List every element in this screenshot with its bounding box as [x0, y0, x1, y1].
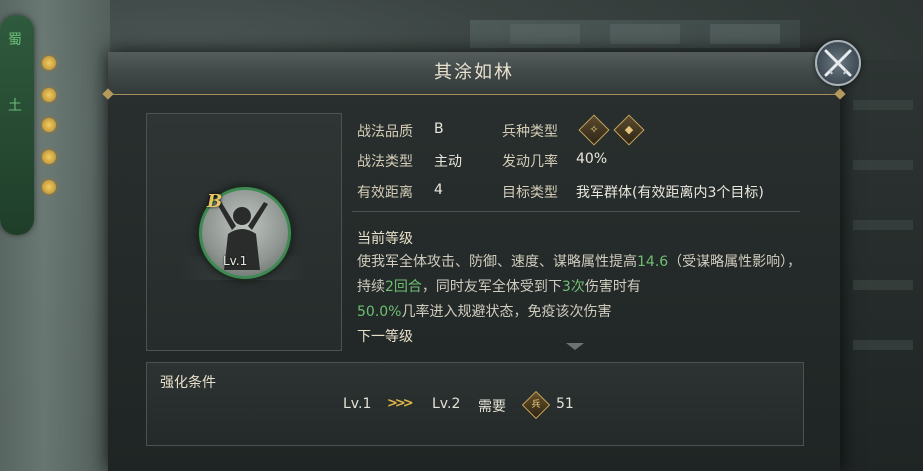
desc-highlight: 50.0% — [357, 304, 402, 320]
range-value: 4 — [434, 182, 443, 198]
info-divider — [352, 211, 800, 212]
background-tab — [710, 24, 780, 44]
desc-highlight: 14.6 — [637, 254, 669, 270]
quality-badge: B — [207, 191, 223, 212]
background-pillar-char: 蜀 — [8, 32, 22, 48]
background-row — [853, 100, 913, 110]
desc-highlight: 2回合 — [385, 279, 422, 295]
current-level-title: 当前等级 — [357, 231, 413, 247]
trigger-rate-label: 发动几率 — [502, 154, 558, 170]
background-row — [853, 220, 913, 230]
panel-title: 其涂如林 — [434, 62, 514, 83]
background-row — [853, 160, 913, 170]
enhance-to-level: Lv.2 — [432, 396, 461, 412]
trigger-rate-value: 40% — [576, 151, 608, 167]
desc-text: 几率进入规避状态，免疫该次伤害 — [401, 304, 612, 320]
quality-value: B — [434, 121, 444, 137]
desc-text: ，同时友军全体受到下 — [421, 279, 562, 295]
desc-text: 伤害时有 — [584, 279, 641, 295]
level-badge: Lv.1 — [223, 254, 248, 268]
current-level-description: 使我军全体攻击、防御、速度、谋略属性提高14.6（受谋略属性影响），持续2回合，… — [357, 250, 803, 325]
enhance-need-label: 需要 — [478, 399, 506, 415]
target-type-label: 目标类型 — [502, 185, 558, 201]
tactic-type-label: 战法类型 — [357, 154, 413, 170]
background-dot — [42, 56, 56, 70]
crossed-swords-icon — [824, 49, 852, 77]
token-glyph: 兵 — [531, 400, 541, 410]
triple-chevron-icon: >>> — [387, 396, 414, 411]
background-dot — [42, 180, 56, 194]
background-dot — [42, 88, 56, 102]
tactic-type-value: 主动 — [434, 154, 462, 170]
quality-label: 战法品质 — [357, 124, 413, 140]
background-dot — [42, 118, 56, 132]
enhance-cost: 51 — [556, 396, 574, 412]
enhance-from-level: Lv.1 — [343, 396, 372, 412]
next-level-title: 下一等级 — [357, 329, 413, 345]
background-pillar-char: 土 — [8, 98, 22, 114]
close-button[interactable] — [815, 40, 861, 86]
background-right-pane — [833, 60, 923, 471]
background-row — [853, 340, 913, 350]
background-top-tabs — [470, 20, 800, 48]
background-faction-pillar: 蜀 土 — [0, 15, 34, 235]
enhance-title: 强化条件 — [160, 375, 216, 391]
panel-header: 其涂如林 — [108, 52, 840, 95]
scroll-down-icon[interactable] — [566, 343, 584, 350]
troop-type-label: 兵种类型 — [502, 124, 558, 140]
background-row — [853, 280, 913, 290]
enhance-conditions-box — [146, 362, 804, 446]
desc-text: 使我军全体攻击、防御、速度、谋略属性提高 — [357, 254, 637, 270]
background-tab — [510, 24, 580, 44]
range-label: 有效距离 — [357, 185, 413, 201]
target-type-value: 我军群体(有效距离内3个目标) — [576, 185, 764, 201]
background-dot — [42, 150, 56, 164]
background-tab — [610, 24, 680, 44]
desc-highlight: 3次 — [561, 279, 585, 295]
